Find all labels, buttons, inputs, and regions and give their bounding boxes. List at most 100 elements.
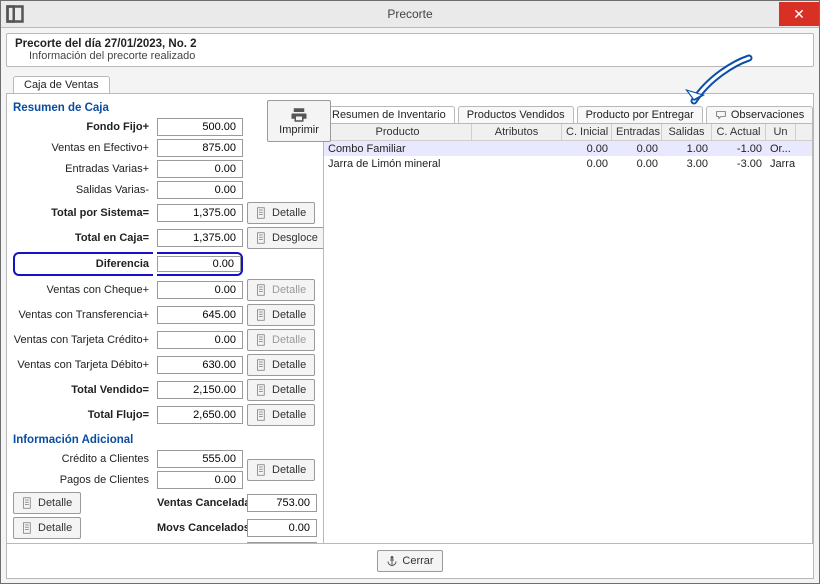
row-value[interactable] [157, 281, 243, 299]
row-label: Total Flujo= [13, 409, 153, 421]
main-tabs: Caja de Ventas [13, 75, 819, 93]
row-value[interactable] [157, 118, 243, 136]
cerrar-label: Cerrar [402, 555, 433, 567]
grid-header: ProductoAtributosC. InicialEntradasSalid… [324, 124, 812, 141]
row-value[interactable] [157, 331, 243, 349]
cell: 0.00 [562, 156, 612, 171]
doc-icon [256, 284, 268, 296]
window-title: Precorte [1, 7, 819, 21]
print-label: Imprimir [279, 124, 319, 136]
cell: 1.00 [662, 141, 712, 156]
row-label: Ventas con Transferencia+ [13, 309, 153, 321]
cell: 0.00 [562, 141, 612, 156]
row-label: Movs Cancelados [157, 522, 243, 534]
cell: Jarra [766, 156, 796, 171]
row-value[interactable] [247, 494, 317, 512]
grid-col-header[interactable]: Un [766, 124, 796, 140]
row-value[interactable] [157, 181, 243, 199]
cell [472, 156, 562, 171]
precorte-title: Precorte del día 27/01/2023, No. 2 [15, 38, 805, 50]
doc-icon [256, 232, 268, 244]
inv-tab-0[interactable]: Resumen de Inventario [323, 106, 455, 123]
grid-col-header[interactable]: Atributos [472, 124, 562, 140]
diferencia-label: Diferencia [13, 252, 153, 276]
table-row[interactable]: Jarra de Limón mineral0.000.003.00-3.00J… [324, 156, 812, 171]
grid-col-header[interactable]: Salidas [662, 124, 712, 140]
detalle-button[interactable]: Detalle [247, 202, 315, 224]
row-value[interactable] [157, 450, 243, 468]
detalle-button[interactable]: Detalle [247, 379, 315, 401]
row-value[interactable] [247, 519, 317, 537]
detalle-button[interactable]: Detalle [247, 354, 315, 376]
doc-icon [256, 359, 268, 371]
row-label: Total por Sistema= [13, 207, 153, 219]
detalle-button: Detalle [247, 279, 315, 301]
row-value[interactable] [157, 256, 241, 272]
titlebar: Precorte ✕ [1, 1, 819, 28]
row-label: Total en Caja= [13, 232, 153, 244]
left-column: Resumen de Caja Fondo Fijo+Ventas en Efe… [13, 100, 317, 572]
row-label: Salidas Varias- [13, 184, 153, 196]
anchor-icon [386, 555, 398, 567]
row-value[interactable] [157, 204, 243, 222]
tab-caja-ventas[interactable]: Caja de Ventas [13, 76, 110, 93]
cell: Or... [766, 141, 796, 156]
info-adicional-header: Información Adicional [13, 434, 317, 446]
cerrar-button[interactable]: Cerrar [377, 550, 442, 572]
cell: Jarra de Limón mineral [324, 156, 472, 171]
detalle-button[interactable]: Detalle [13, 492, 81, 514]
grid-col-header[interactable]: Producto [324, 124, 472, 140]
inventory-tabs: Resumen de InventarioProductos VendidosP… [323, 100, 813, 124]
row-value[interactable] [157, 229, 243, 247]
row-value[interactable] [157, 356, 243, 374]
grid-col-header[interactable]: C. Inicial [562, 124, 612, 140]
row-value[interactable] [157, 381, 243, 399]
row-value[interactable] [157, 406, 243, 424]
row-label: Ventas Canceladas [157, 497, 243, 509]
detalle-button[interactable]: Detalle [247, 304, 315, 326]
bubble-icon [715, 110, 727, 120]
row-label: Ventas en Efectivo+ [13, 142, 153, 154]
grid-body: Combo Familiar0.000.001.00-1.00Or...Jarr… [324, 141, 812, 171]
print-button[interactable]: Imprimir [267, 100, 331, 142]
row-label: Entradas Varias+ [13, 163, 153, 175]
footer: Cerrar [7, 543, 813, 578]
doc-icon [256, 334, 268, 346]
cell: -1.00 [712, 141, 766, 156]
doc-icon [22, 497, 34, 509]
inv-tab-3[interactable]: Observaciones [706, 106, 813, 123]
cell: 0.00 [612, 156, 662, 171]
row-label: Ventas con Tarjeta Crédito+ [13, 334, 153, 346]
inventory-grid: ProductoAtributosC. InicialEntradasSalid… [323, 124, 813, 572]
main-panel: Imprimir Resumen de Caja Fondo Fijo+Vent… [6, 93, 814, 579]
row-label: Ventas con Cheque+ [13, 284, 153, 296]
doc-icon [256, 464, 268, 476]
row-value[interactable] [157, 471, 243, 489]
detalle-button[interactable]: Detalle [247, 459, 315, 481]
row-label: Ventas con Tarjeta Débito+ [13, 359, 153, 371]
inv-tab-2[interactable]: Producto por Entregar [577, 106, 703, 123]
grid-col-header[interactable]: Entradas [612, 124, 662, 140]
print-button-wrap: Imprimir [267, 100, 331, 142]
desgloce-button[interactable]: Desgloce [247, 227, 327, 249]
doc-icon [256, 409, 268, 421]
row-label: Crédito a Clientes [13, 453, 153, 465]
precorte-info: Precorte del día 27/01/2023, No. 2 Infor… [6, 33, 814, 67]
row-label: Pagos de Clientes [13, 474, 153, 486]
detalle-button: Detalle [247, 329, 315, 351]
row-value[interactable] [157, 139, 243, 157]
cell: Combo Familiar [324, 141, 472, 156]
doc-icon [256, 384, 268, 396]
row-value[interactable] [157, 160, 243, 178]
row-value[interactable] [157, 306, 243, 324]
detalle-button[interactable]: Detalle [247, 404, 315, 426]
detalle-button[interactable]: Detalle [13, 517, 81, 539]
printer-icon [290, 106, 308, 124]
precorte-subtitle: Información del precorte realizado [15, 50, 805, 62]
table-row[interactable]: Combo Familiar0.000.001.00-1.00Or... [324, 141, 812, 156]
doc-icon [256, 309, 268, 321]
grid-col-header[interactable]: C. Actual [712, 124, 766, 140]
inv-tab-1[interactable]: Productos Vendidos [458, 106, 574, 123]
cell [472, 141, 562, 156]
precorte-window: Precorte ✕ Precorte del día 27/01/2023, … [0, 0, 820, 584]
